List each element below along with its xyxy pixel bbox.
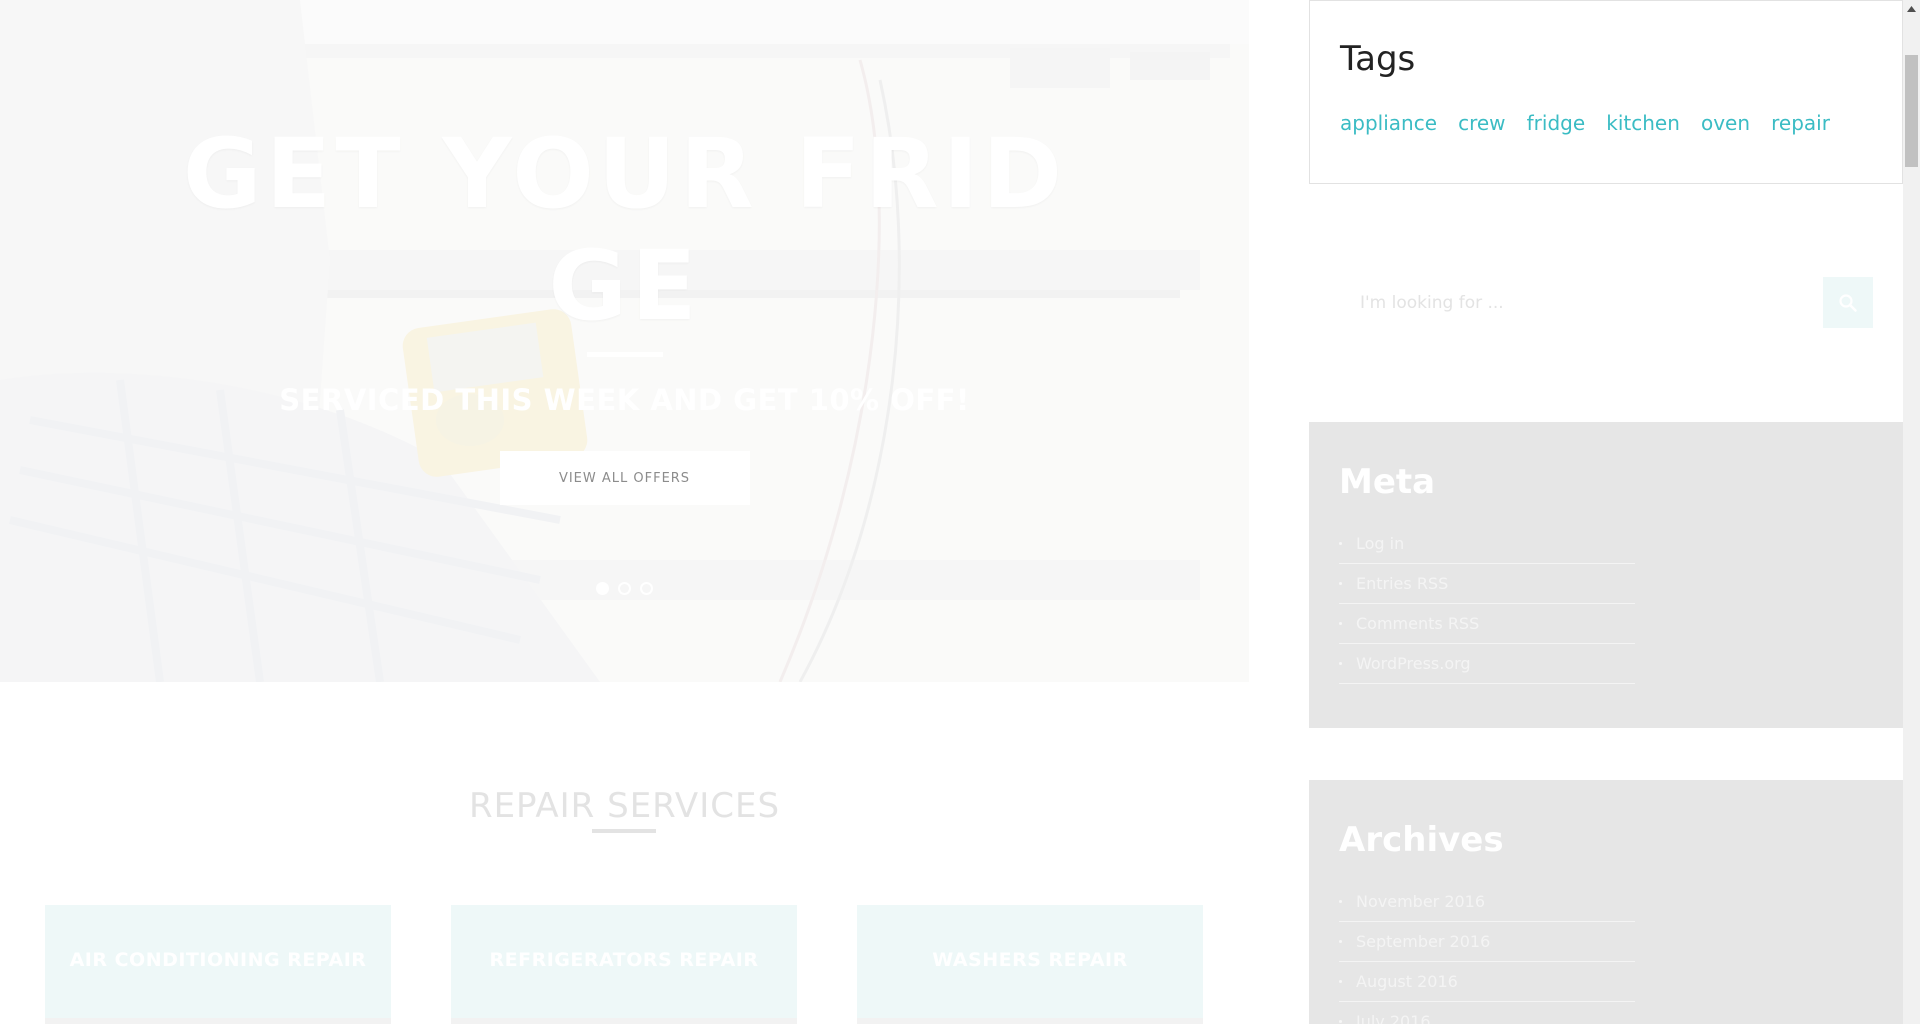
slider-dot-2[interactable] <box>618 582 631 595</box>
meta-widget: Meta Log in Entries RSS Comments RSS Wor… <box>1309 422 1903 728</box>
services-heading: REPAIR SERVICES <box>468 786 781 826</box>
archive-link-august-2016[interactable]: August 2016 <box>1356 972 1458 991</box>
tag-link-crew[interactable]: crew <box>1458 111 1505 135</box>
tag-list: appliance crew fridge kitchen oven repai… <box>1340 111 1846 135</box>
scroll-up-button[interactable] <box>1903 0 1920 17</box>
list-item: September 2016 <box>1339 922 1635 962</box>
archives-widget: Archives November 2016 September 2016 Au… <box>1309 780 1903 1024</box>
archives-title: Archives <box>1339 820 1504 860</box>
service-card-label: AIR CONDITIONING REPAIR <box>69 949 367 971</box>
service-card-washers[interactable]: WASHERS REPAIR <box>857 905 1203 1024</box>
service-card-image-edge <box>45 1018 391 1024</box>
bullet-icon <box>1339 582 1342 585</box>
service-card-image-edge <box>451 1018 797 1024</box>
archives-list: November 2016 September 2016 August 2016… <box>1339 882 1635 1024</box>
tag-link-appliance[interactable]: appliance <box>1340 111 1437 135</box>
meta-link-comments-rss[interactable]: Comments RSS <box>1356 614 1479 633</box>
view-all-offers-button[interactable]: VIEW ALL OFFERS <box>499 451 750 505</box>
tags-widget: Tags appliance crew fridge kitchen oven … <box>1309 0 1903 184</box>
search-input[interactable] <box>1340 277 1822 328</box>
slider-dot-3[interactable] <box>640 582 654 595</box>
list-item: November 2016 <box>1339 882 1635 922</box>
hero-title: GET YOUR FRIDGE <box>182 118 1067 342</box>
bullet-icon <box>1339 980 1342 983</box>
page-scrollbar[interactable] <box>1903 0 1920 1024</box>
meta-title: Meta <box>1339 462 1436 502</box>
bullet-icon <box>1339 542 1342 545</box>
hero-subtitle: SERVICED THIS WEEK AND GET 10% OFF! <box>279 383 970 417</box>
scroll-thumb[interactable] <box>1905 55 1918 167</box>
service-card-refrigerators[interactable]: REFRIGERATORS REPAIR <box>451 905 797 1024</box>
hero-divider <box>586 352 663 357</box>
service-card-air-conditioning[interactable]: AIR CONDITIONING REPAIR <box>45 905 391 1024</box>
list-item: Comments RSS <box>1339 604 1635 644</box>
list-item: August 2016 <box>1339 962 1635 1002</box>
tag-link-fridge[interactable]: fridge <box>1527 111 1586 135</box>
archive-link-september-2016[interactable]: September 2016 <box>1356 932 1490 951</box>
hero-content: GET YOUR FRIDGE SERVICED THIS WEEK AND G… <box>0 118 1249 505</box>
bullet-icon <box>1339 1020 1342 1023</box>
tag-link-repair[interactable]: repair <box>1771 111 1830 135</box>
slider-dot-1[interactable] <box>595 582 609 595</box>
search-button[interactable] <box>1823 277 1873 328</box>
list-item: Log in <box>1339 524 1635 564</box>
scroll-up-arrow-icon <box>1907 5 1916 12</box>
bullet-icon <box>1339 940 1342 943</box>
bullet-icon <box>1339 622 1342 625</box>
list-item: Entries RSS <box>1339 564 1635 604</box>
list-item: WordPress.org <box>1339 644 1635 684</box>
meta-link-wordpress-org[interactable]: WordPress.org <box>1356 654 1471 673</box>
service-card-label: REFRIGERATORS REPAIR <box>489 949 759 971</box>
archive-link-november-2016[interactable]: November 2016 <box>1356 892 1485 911</box>
search-widget <box>1340 277 1873 328</box>
meta-link-entries-rss[interactable]: Entries RSS <box>1356 574 1448 593</box>
bullet-icon <box>1339 662 1342 665</box>
service-card-label: WASHERS REPAIR <box>932 949 1128 971</box>
meta-list: Log in Entries RSS Comments RSS WordPres… <box>1339 524 1635 684</box>
service-card-image-edge <box>857 1018 1203 1024</box>
tag-link-kitchen[interactable]: kitchen <box>1606 111 1680 135</box>
archive-link-july-2016[interactable]: July 2016 <box>1356 1012 1431 1024</box>
list-item: July 2016 <box>1339 1002 1635 1024</box>
bullet-icon <box>1339 900 1342 903</box>
tags-title: Tags <box>1340 39 1416 79</box>
services-heading-underline <box>592 829 656 833</box>
meta-link-log-in[interactable]: Log in <box>1356 534 1404 553</box>
slider-pagination <box>0 580 1249 599</box>
tag-link-oven[interactable]: oven <box>1701 111 1750 135</box>
search-icon <box>1839 293 1857 312</box>
hero-slider: GET YOUR FRIDGE SERVICED THIS WEEK AND G… <box>0 0 1249 682</box>
